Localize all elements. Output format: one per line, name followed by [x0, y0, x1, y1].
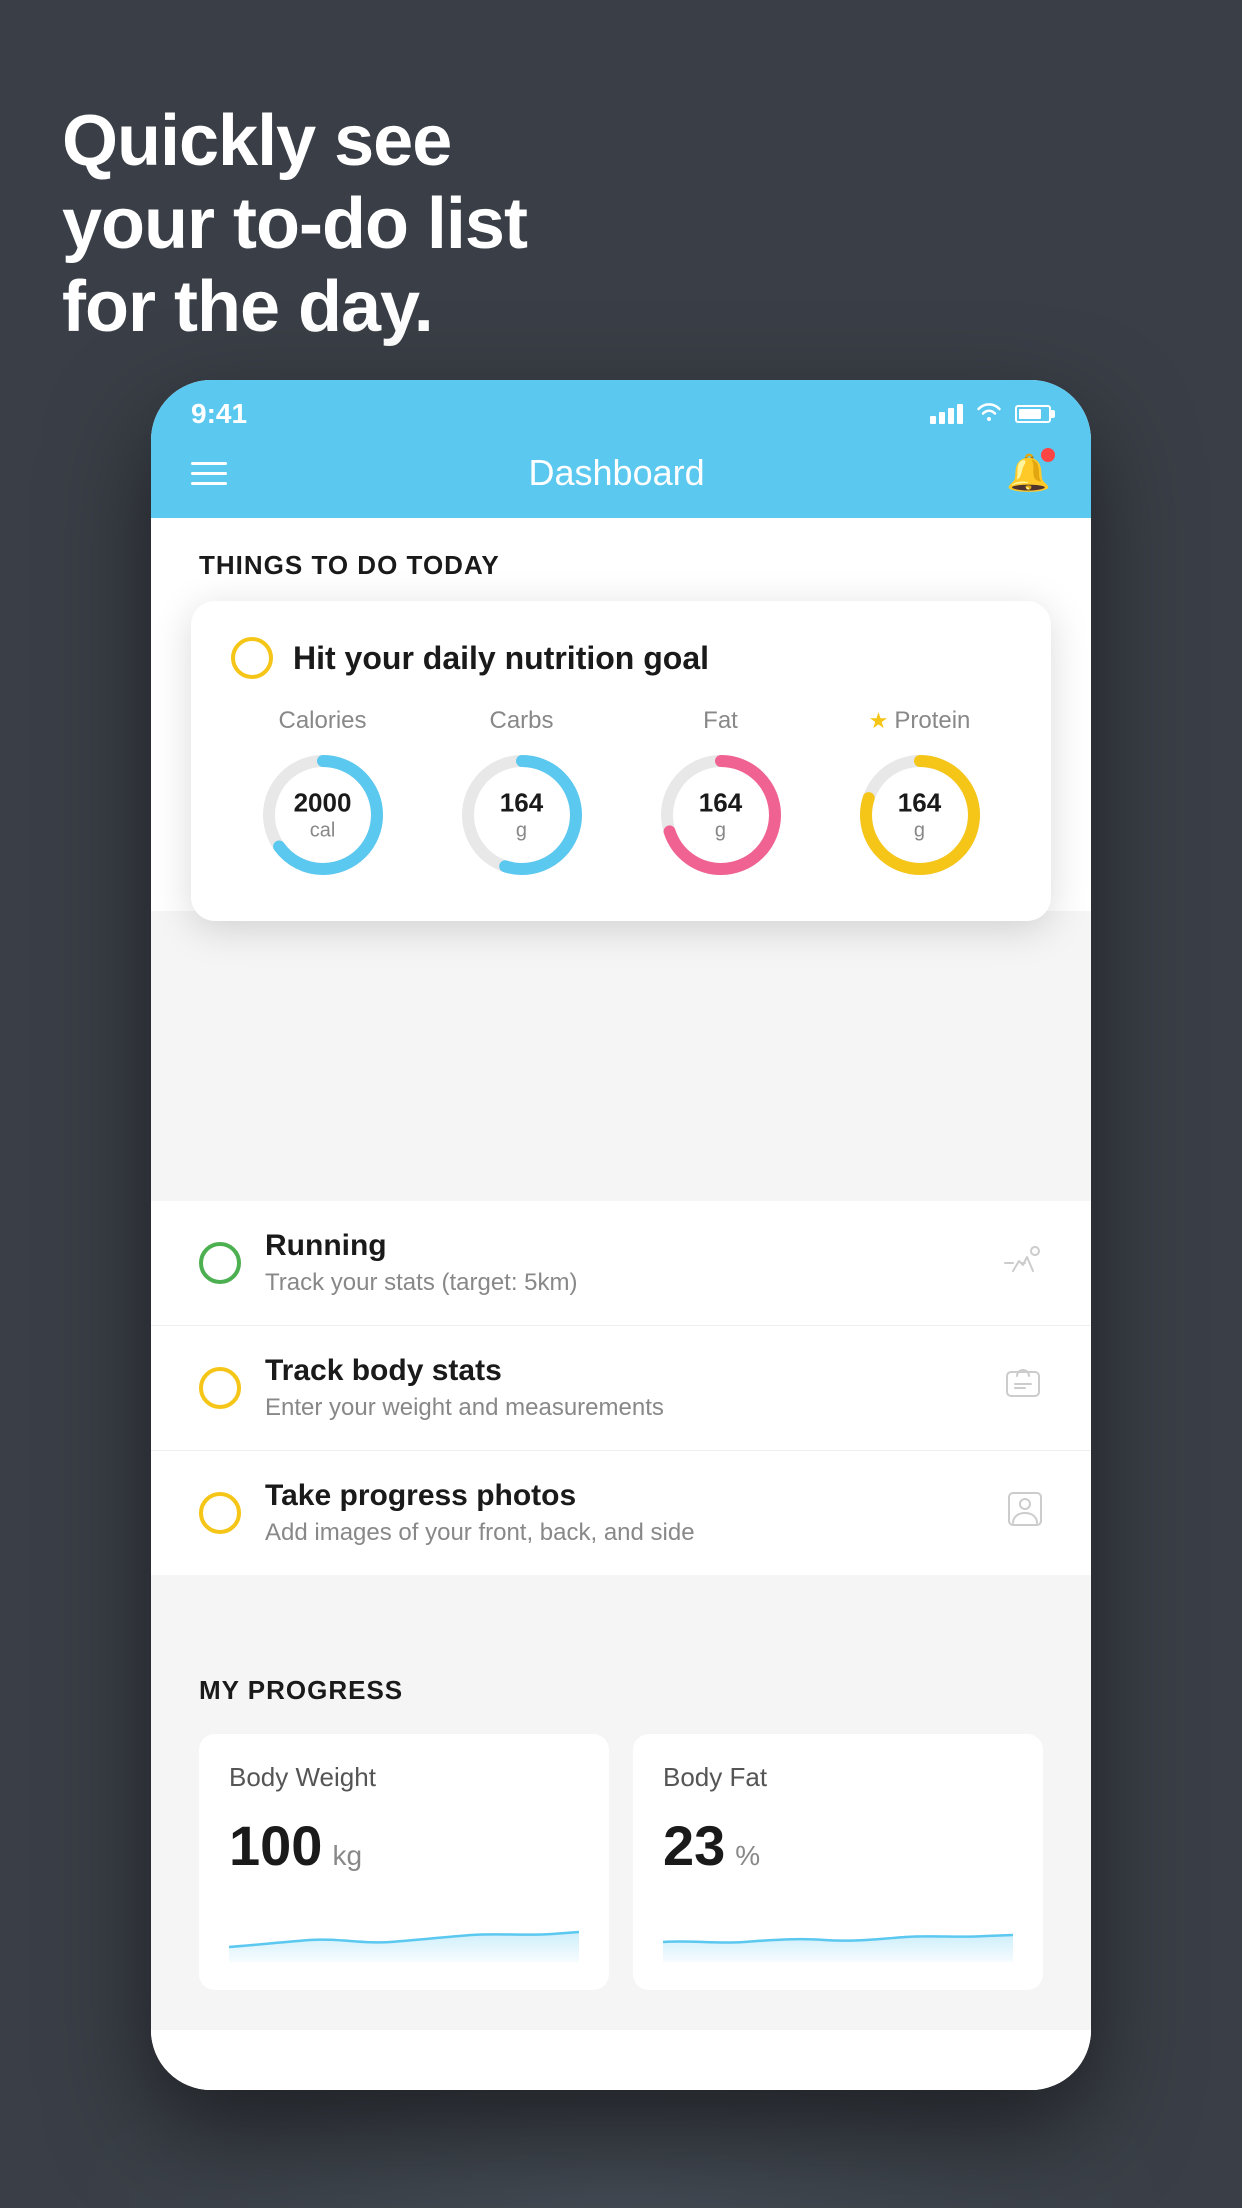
- todo-item-running[interactable]: Running Track your stats (target: 5km): [151, 1201, 1091, 1326]
- protein-donut: 164 g: [850, 745, 990, 885]
- running-icon: [1003, 1242, 1043, 1284]
- body-weight-unit: kg: [332, 1840, 362, 1872]
- protein-label: ★ Protein: [869, 707, 971, 735]
- body-weight-sparkline: [229, 1902, 579, 1962]
- nutrition-card-title: Hit your daily nutrition goal: [293, 640, 709, 677]
- nutrition-metrics: Calories 2000 cal: [231, 707, 1011, 885]
- body-fat-card[interactable]: Body Fat 23 %: [633, 1734, 1043, 1990]
- running-radio[interactable]: [199, 1242, 241, 1284]
- todo-item-photos[interactable]: Take progress photos Add images of your …: [151, 1451, 1091, 1575]
- notification-bell-icon[interactable]: 🔔: [1006, 452, 1051, 494]
- progress-section: MY PROGRESS Body Weight 100 kg: [151, 1635, 1091, 2030]
- nav-title: Dashboard: [529, 452, 705, 494]
- photos-text: Take progress photos Add images of your …: [265, 1479, 983, 1547]
- body-fat-value-row: 23 %: [663, 1813, 1013, 1878]
- progress-section-header: MY PROGRESS: [199, 1675, 1043, 1706]
- carbs-metric: Carbs 164 g: [452, 707, 592, 885]
- calories-label: Calories: [278, 707, 366, 735]
- carbs-label: Carbs: [489, 707, 553, 735]
- body-fat-sparkline: [663, 1902, 1013, 1962]
- carbs-donut: 164 g: [452, 745, 592, 885]
- body-fat-title: Body Fat: [663, 1762, 1013, 1793]
- running-text: Running Track your stats (target: 5km): [265, 1229, 979, 1297]
- notification-dot: [1041, 448, 1055, 462]
- photos-subtitle: Add images of your front, back, and side: [265, 1519, 983, 1547]
- todo-list: Running Track your stats (target: 5km) T…: [151, 1201, 1091, 1575]
- fat-donut: 164 g: [651, 745, 791, 885]
- body-fat-value: 23: [663, 1813, 725, 1878]
- nav-bar: Dashboard 🔔: [151, 436, 1091, 518]
- hero-text: Quickly see your to-do list for the day.: [62, 100, 527, 348]
- fat-metric: Fat 164 g: [651, 707, 791, 885]
- nutrition-radio-button[interactable]: [231, 637, 273, 679]
- carbs-value-inner: 164 g: [500, 787, 543, 842]
- fat-value-inner: 164 g: [699, 787, 742, 842]
- photos-title: Take progress photos: [265, 1479, 983, 1513]
- nutrition-card: Hit your daily nutrition goal Calories: [191, 601, 1051, 921]
- time: 9:41: [191, 398, 247, 430]
- wifi-icon: [975, 400, 1003, 428]
- progress-cards: Body Weight 100 kg: [199, 1734, 1043, 1990]
- body-weight-value-row: 100 kg: [229, 1813, 579, 1878]
- fat-label: Fat: [703, 707, 738, 735]
- running-subtitle: Track your stats (target: 5km): [265, 1269, 979, 1297]
- body-stats-subtitle: Enter your weight and measurements: [265, 1394, 979, 1422]
- body-fat-unit: %: [735, 1840, 760, 1872]
- body-stats-text: Track body stats Enter your weight and m…: [265, 1354, 979, 1422]
- body-stats-title: Track body stats: [265, 1354, 979, 1388]
- status-icons: [930, 400, 1051, 428]
- content-area: THINGS TO DO TODAY Hit your daily nutrit…: [151, 518, 1091, 2090]
- battery-icon: [1015, 405, 1051, 423]
- body-stats-radio[interactable]: [199, 1367, 241, 1409]
- calories-donut: 2000 cal: [253, 745, 393, 885]
- photos-radio[interactable]: [199, 1492, 241, 1534]
- status-bar: 9:41: [151, 380, 1091, 436]
- calories-metric: Calories 2000 cal: [253, 707, 393, 885]
- calories-value-inner: 2000 cal: [294, 787, 352, 842]
- phone-frame: 9:41 Da: [151, 380, 1091, 2090]
- protein-value-inner: 164 g: [898, 787, 941, 842]
- things-today-header: THINGS TO DO TODAY: [151, 518, 1091, 601]
- hamburger-menu-icon[interactable]: [191, 462, 227, 485]
- person-icon: [1007, 1491, 1043, 1536]
- todo-item-body-stats[interactable]: Track body stats Enter your weight and m…: [151, 1326, 1091, 1451]
- scale-icon: [1003, 1366, 1043, 1411]
- signal-bars-icon: [930, 404, 963, 424]
- nutrition-card-header: Hit your daily nutrition goal: [231, 637, 1011, 679]
- protein-star-icon: ★: [869, 708, 889, 734]
- body-weight-card[interactable]: Body Weight 100 kg: [199, 1734, 609, 1990]
- body-weight-value: 100: [229, 1813, 322, 1878]
- running-title: Running: [265, 1229, 979, 1263]
- protein-metric: ★ Protein 164 g: [850, 707, 990, 885]
- body-weight-title: Body Weight: [229, 1762, 579, 1793]
